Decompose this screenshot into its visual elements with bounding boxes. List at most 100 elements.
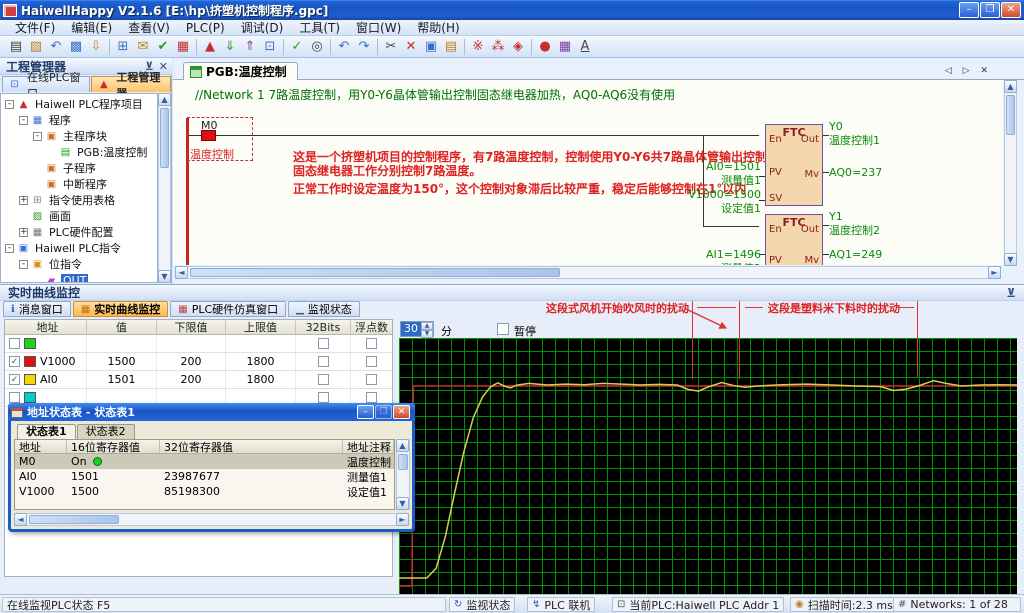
- maximize-button[interactable]: ❐: [375, 405, 392, 419]
- status-vertical-scrollbar[interactable]: ▲ ▼: [396, 439, 410, 510]
- time-window-spinner[interactable]: 30 ▲▼: [400, 321, 434, 337]
- font-icon[interactable]: A: [575, 37, 595, 56]
- menu-view[interactable]: 查看(V): [121, 18, 177, 37]
- tab-pgb-temperature-control[interactable]: PGB:温度控制: [183, 62, 298, 80]
- tree-item-subprograms[interactable]: ▣子程序: [1, 160, 157, 176]
- copy-icon[interactable]: ▣: [421, 37, 441, 56]
- tab-nav-buttons[interactable]: ◁ ▷ ✕: [945, 66, 992, 76]
- tree-item-main-program-block[interactable]: -▣主程序块: [1, 128, 157, 144]
- tree-item-pgb-temperature-control[interactable]: ▤PGB:温度控制: [1, 144, 157, 160]
- status-row-m0[interactable]: M0 On 温度控制: [15, 454, 394, 469]
- operand-mv1[interactable]: AQ0=237: [829, 166, 882, 179]
- spinner-down-icon[interactable]: ▼: [421, 330, 433, 338]
- open-file-icon[interactable]: ▧: [26, 37, 46, 56]
- report-icon[interactable]: ▦: [173, 37, 193, 56]
- new-file-icon[interactable]: ▤: [6, 37, 26, 56]
- table-icon: [11, 407, 23, 418]
- editor-horizontal-scrollbar[interactable]: ◄ ►: [175, 266, 1001, 279]
- tab-status-table-1[interactable]: 状态表1: [17, 424, 76, 439]
- status-row-v1000[interactable]: V1000 1500 85198300 设定值1: [15, 484, 394, 499]
- tree-item-screen[interactable]: ▨画面: [1, 208, 157, 224]
- float-checkbox[interactable]: [366, 374, 377, 385]
- compile-all-icon[interactable]: ⁂: [488, 37, 508, 56]
- menu-file[interactable]: 文件(F): [8, 18, 62, 37]
- pause-checkbox[interactable]: [497, 323, 509, 335]
- float-checkbox[interactable]: [366, 356, 377, 367]
- save-icon[interactable]: ▩: [66, 37, 86, 56]
- menu-tools[interactable]: 工具(T): [292, 18, 347, 37]
- bits32-checkbox[interactable]: [318, 338, 329, 349]
- find-icon[interactable]: ◎: [307, 37, 327, 56]
- editor-vertical-scrollbar[interactable]: ▲ ▼: [1004, 80, 1017, 266]
- close-button[interactable]: ✕: [393, 405, 410, 419]
- download-to-plc-icon[interactable]: ⇓: [220, 37, 240, 56]
- tree-item-interrupt-programs[interactable]: ▣中断程序: [1, 176, 157, 192]
- row-checkbox[interactable]: [9, 338, 20, 349]
- status-window-titlebar[interactable]: 地址状态表 - 状态表1: [8, 403, 415, 421]
- haiwell-logo-icon[interactable]: ▲: [200, 37, 220, 56]
- tree-item-plc-hardware-config[interactable]: +▦PLC硬件配置: [1, 224, 157, 240]
- redo-icon[interactable]: ↷: [354, 37, 374, 56]
- tab-online-plc-window[interactable]: ⊡ 在线PLC窗口: [2, 76, 90, 92]
- tree-item-out-instruction[interactable]: ▰OUT: [1, 272, 157, 283]
- pin-icon[interactable]: ⊻: [1006, 286, 1016, 300]
- float-checkbox[interactable]: [366, 392, 377, 403]
- upload-from-plc-icon[interactable]: ⇑: [240, 37, 260, 56]
- tab-plc-hardware-sim[interactable]: ▦ PLC硬件仿真窗口: [170, 301, 286, 317]
- menu-edit[interactable]: 编辑(E): [64, 18, 119, 37]
- status-row-ai0[interactable]: AI0 1501 23987677 测量值1: [15, 469, 394, 484]
- row-checkbox[interactable]: ✓: [9, 374, 20, 385]
- compile-icon[interactable]: ※: [468, 37, 488, 56]
- run-icon[interactable]: ◈: [508, 37, 528, 56]
- delete-icon[interactable]: ✕: [401, 37, 421, 56]
- ftc-block-2[interactable]: FTC En PV Out Mv: [765, 214, 823, 265]
- tab-curve-monitor[interactable]: ▦ 实时曲线监控: [73, 301, 168, 317]
- cut-icon[interactable]: ✂: [381, 37, 401, 56]
- send-mail-icon[interactable]: ✉: [133, 37, 153, 56]
- menu-debug[interactable]: 调试(D): [234, 18, 291, 37]
- menu-window[interactable]: 窗口(W): [349, 18, 408, 37]
- hardware-sim-icon[interactable]: ▦: [555, 37, 575, 56]
- revert-dropdown-icon[interactable]: ↶: [46, 37, 66, 56]
- tree-item-bit-instructions[interactable]: -▣位指令: [1, 256, 157, 272]
- float-checkbox[interactable]: [366, 338, 377, 349]
- ftc-block-1[interactable]: FTC En PV SV Out Mv: [765, 124, 823, 206]
- export-icon[interactable]: ⇩: [86, 37, 106, 56]
- verify-icon[interactable]: ✓: [287, 37, 307, 56]
- close-button[interactable]: ✕: [1001, 2, 1021, 18]
- tab-status-table-2[interactable]: 状态表2: [77, 424, 135, 439]
- online-monitor-icon[interactable]: ⊡: [260, 37, 280, 56]
- restore-button[interactable]: ❐: [980, 2, 1000, 18]
- tree-item-instruction-table[interactable]: +⊞指令使用表格: [1, 192, 157, 208]
- address-status-window[interactable]: 地址状态表 - 状态表1 – ❐ ✕ 状态表1 状态表2 地址 16位寄存器值 …: [8, 403, 415, 532]
- tree-item-project-root[interactable]: -▲Haiwell PLC程序项目: [1, 96, 157, 112]
- stop-icon[interactable]: ●: [535, 37, 555, 56]
- tab-message-window[interactable]: ℹ 消息窗口: [3, 301, 71, 317]
- bits32-checkbox[interactable]: [318, 356, 329, 367]
- paste-icon[interactable]: ▤: [441, 37, 461, 56]
- bits32-checkbox[interactable]: [318, 392, 329, 403]
- page-setup-icon[interactable]: ⊞: [113, 37, 133, 56]
- menu-plc[interactable]: PLC(P): [179, 20, 232, 36]
- bits32-checkbox[interactable]: [318, 374, 329, 385]
- tree-item-programs[interactable]: -▦程序: [1, 112, 157, 128]
- row-checkbox[interactable]: ✓: [9, 356, 20, 367]
- watch-row-2[interactable]: ✓V1000 15002001800: [5, 353, 392, 371]
- row-checkbox[interactable]: [9, 392, 20, 403]
- status-horizontal-scrollbar[interactable]: ◄ ►: [14, 513, 409, 526]
- watch-row-3[interactable]: ✓AI0 15012001800: [5, 371, 392, 389]
- minimize-button[interactable]: –: [357, 405, 374, 419]
- watch-row-1[interactable]: [5, 335, 392, 353]
- time-window-value[interactable]: 30: [401, 322, 421, 336]
- check-program-icon[interactable]: ✔: [153, 37, 173, 56]
- menu-help[interactable]: 帮助(H): [410, 18, 466, 37]
- ladder-canvas[interactable]: //Network 1 7路温度控制，用Y0-Y6晶体管输出控制固态继电器加热，…: [173, 80, 1003, 265]
- operand-mv2[interactable]: AQ1=249: [829, 248, 882, 261]
- tab-project-manager[interactable]: ▲ 工程管理器: [91, 76, 171, 92]
- spinner-up-icon[interactable]: ▲: [421, 322, 433, 330]
- minimize-button[interactable]: –: [959, 2, 979, 18]
- tab-monitor-state[interactable]: ▁ 监视状态: [288, 301, 360, 317]
- tree-item-plc-instructions-root[interactable]: -▣Haiwell PLC指令: [1, 240, 157, 256]
- tree-scrollbar[interactable]: ▲ ▼: [158, 93, 171, 283]
- undo-icon[interactable]: ↶: [334, 37, 354, 56]
